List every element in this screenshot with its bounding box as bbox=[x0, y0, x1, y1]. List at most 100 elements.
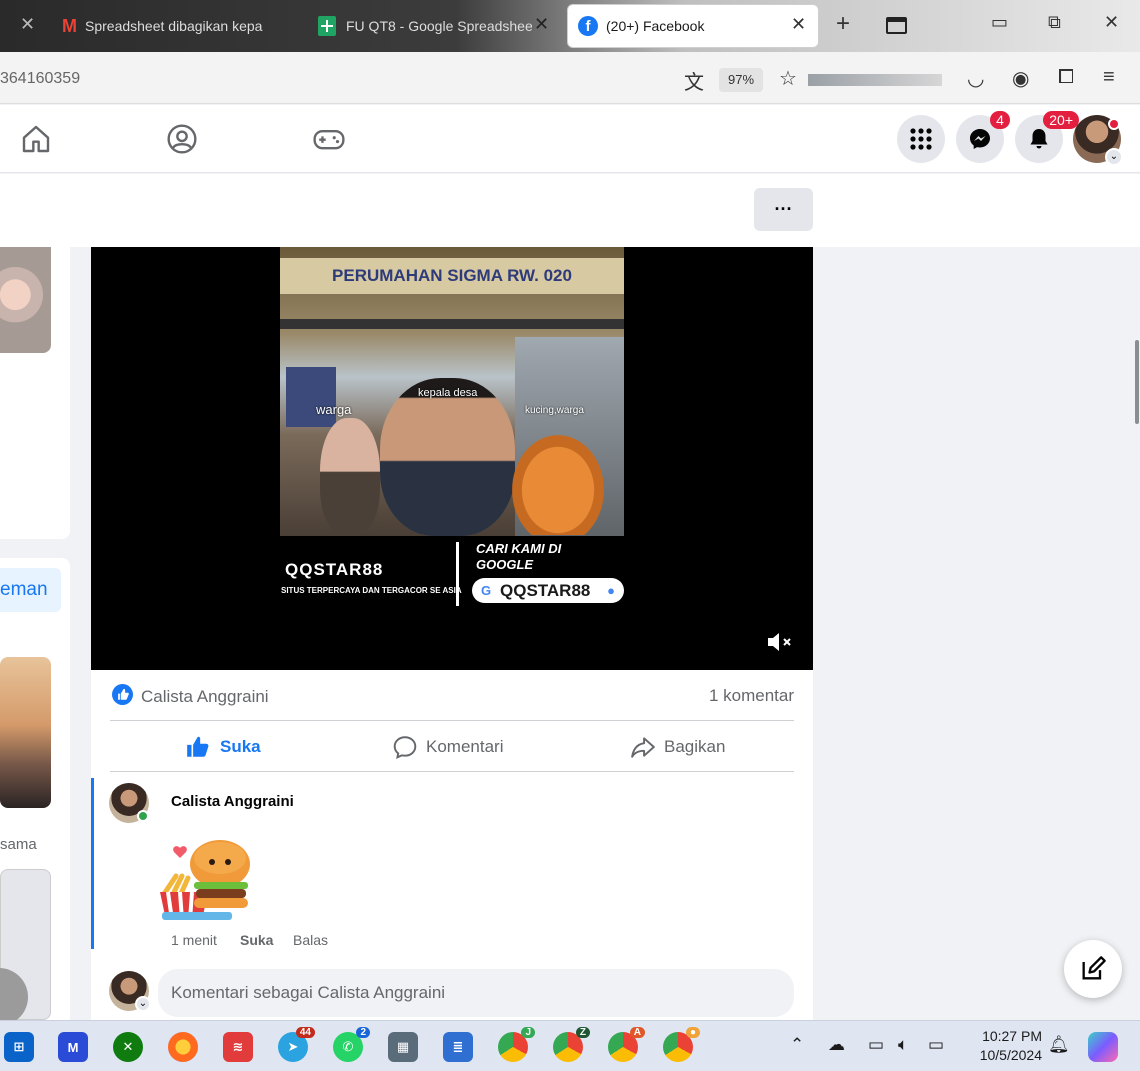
messenger-button[interactable]: 4 bbox=[956, 111, 1010, 163]
new-message-button[interactable] bbox=[1064, 940, 1122, 998]
bookmark-star-icon[interactable]: ☆ bbox=[779, 66, 797, 91]
tab-overview-icon[interactable] bbox=[886, 17, 907, 34]
new-tab-icon[interactable]: + bbox=[836, 10, 850, 38]
telegram-badge: 44 bbox=[295, 1027, 315, 1038]
comment-highlight-bar bbox=[91, 778, 94, 949]
chrome-icon[interactable]: ● bbox=[663, 1027, 700, 1062]
chevron-up-icon[interactable]: ⌃ bbox=[790, 1035, 804, 1055]
chrome-icon[interactable]: J bbox=[498, 1027, 535, 1062]
cat bbox=[512, 435, 604, 535]
calculator-icon[interactable]: ▦ bbox=[388, 1032, 418, 1062]
chrome-profile-badge: Z bbox=[575, 1027, 590, 1038]
zoom-level[interactable]: 97% bbox=[719, 68, 763, 92]
extensions-icon[interactable]: ⧠ bbox=[1058, 66, 1074, 89]
copilot-icon[interactable] bbox=[1088, 1032, 1118, 1062]
gaming-icon[interactable] bbox=[312, 123, 346, 155]
gate-beam bbox=[280, 319, 624, 329]
chrome-icon[interactable]: A bbox=[608, 1027, 645, 1062]
address-bar: 364160359 文 97% ☆ ◡ ◉ ⧠ ≡ bbox=[0, 52, 1140, 104]
comment-label: Komentari bbox=[426, 737, 504, 756]
mutual-friends-text: sama bbox=[0, 836, 37, 853]
tab-spreadsheet[interactable]: FU QT8 - Google Spreadshee bbox=[308, 4, 558, 48]
url-text[interactable]: 364160359 bbox=[0, 70, 80, 88]
more-options-button[interactable]: ··· bbox=[754, 188, 813, 231]
whatsapp-badge: 2 bbox=[356, 1027, 370, 1038]
comment-count[interactable]: 1 komentar bbox=[709, 686, 794, 706]
notifications-badge: 20+ bbox=[1043, 111, 1079, 129]
tab-gmail[interactable]: M Spreadsheet dibagikan kepa bbox=[52, 4, 282, 48]
facebook-icon: f bbox=[578, 16, 598, 36]
translate-icon[interactable]: 文 bbox=[684, 66, 704, 95]
share-button[interactable]: Bagikan bbox=[630, 730, 725, 764]
volume-icon[interactable]: 🔈︎ bbox=[898, 1035, 908, 1055]
whatsapp-icon[interactable]: ✆ 2 bbox=[333, 1027, 370, 1062]
comment-button[interactable]: Komentari bbox=[392, 730, 503, 764]
chrome-icon[interactable]: Z bbox=[553, 1027, 590, 1062]
cta-text: CARI KAMI DI GOOGLE bbox=[476, 541, 562, 572]
like-label: Suka bbox=[220, 737, 261, 756]
battery-icon[interactable]: ▭ bbox=[928, 1035, 944, 1055]
video-divider bbox=[456, 542, 459, 606]
tab-title: Spreadsheet dibagikan kepa bbox=[85, 18, 263, 34]
app-icon[interactable]: ≋ bbox=[223, 1032, 253, 1062]
comment-time[interactable]: 1 menit bbox=[171, 932, 217, 948]
close-tab-icon[interactable]: ✕ bbox=[791, 14, 806, 35]
menu-icon[interactable]: ≡ bbox=[1103, 66, 1115, 89]
account-chevron-down-icon[interactable]: ⌄ bbox=[1105, 148, 1123, 166]
comment-like-link[interactable]: Suka bbox=[240, 932, 273, 948]
post-header-bar bbox=[0, 174, 1140, 247]
home-icon[interactable] bbox=[20, 123, 52, 155]
telegram-icon[interactable]: ➤ 44 bbox=[278, 1027, 315, 1062]
notification-bell-icon[interactable]: 🔔︎ bbox=[1048, 1035, 1070, 1055]
cat-thumbnail[interactable] bbox=[0, 247, 51, 353]
person-left bbox=[320, 418, 380, 536]
account-icon[interactable]: ◉ bbox=[1012, 66, 1029, 91]
facebook-top-nav: 4 20+ bbox=[0, 105, 1140, 173]
chrome-profile-badge: J bbox=[521, 1027, 535, 1038]
system-clock[interactable]: 10:27 PM 10/5/2024 bbox=[964, 1027, 1042, 1065]
browser-tab-bar: ✕ M Spreadsheet dibagikan kepa FU QT8 - … bbox=[0, 0, 1140, 52]
comment-input[interactable] bbox=[158, 969, 794, 1017]
muted-speaker-icon bbox=[768, 633, 791, 651]
pocket-icon[interactable]: ◡ bbox=[967, 66, 984, 91]
comment-reply-link[interactable]: Balas bbox=[293, 932, 328, 948]
messenger-icon bbox=[970, 129, 990, 149]
mute-button[interactable] bbox=[766, 630, 794, 660]
close-tab-icon[interactable]: ✕ bbox=[20, 14, 35, 35]
video-label-warga: warga bbox=[316, 402, 352, 417]
like-button[interactable]: Suka bbox=[184, 730, 261, 764]
grid-icon bbox=[910, 128, 932, 150]
minimize-icon[interactable]: ▭ bbox=[991, 12, 1008, 33]
brand-logo: QQSTAR88 bbox=[285, 560, 384, 579]
divider bbox=[110, 720, 794, 721]
tab-title: FU QT8 - Google Spreadshee bbox=[346, 18, 532, 34]
add-friend-button[interactable]: eman bbox=[0, 568, 61, 612]
xbox-icon[interactable]: ✕ bbox=[113, 1032, 143, 1062]
close-tab-icon[interactable]: ✕ bbox=[534, 14, 549, 35]
tab-facebook[interactable]: f (20+) Facebook bbox=[567, 4, 819, 48]
notifications-button[interactable]: 20+ bbox=[1015, 111, 1079, 163]
sunset-thumbnail[interactable] bbox=[0, 657, 51, 808]
cloud-icon[interactable]: ☁ bbox=[828, 1035, 845, 1055]
comment-author[interactable]: Calista Anggraini bbox=[171, 793, 294, 810]
friends-icon[interactable] bbox=[166, 123, 198, 155]
street-sign bbox=[286, 367, 336, 427]
chevron-down-icon[interactable]: ⌄ bbox=[135, 996, 151, 1012]
mic-icon: ● bbox=[607, 583, 615, 598]
sheets-icon bbox=[318, 16, 336, 36]
comment-icon bbox=[393, 736, 417, 759]
notepad-icon[interactable]: ≣ bbox=[443, 1032, 473, 1062]
reactor-name[interactable]: Calista Anggraini bbox=[141, 687, 269, 707]
video-sign-text: PERUMAHAN SIGMA RW. 020 bbox=[280, 258, 624, 294]
start-icon[interactable]: ⊞ bbox=[4, 1032, 34, 1062]
toolbar-separator bbox=[808, 74, 942, 86]
app-icon[interactable]: M bbox=[58, 1032, 88, 1062]
tab-title: (20+) Facebook bbox=[606, 18, 705, 34]
close-window-icon[interactable]: ✕ bbox=[1104, 12, 1119, 33]
scrollbar[interactable] bbox=[1135, 340, 1139, 424]
network-icon[interactable]: ▭ bbox=[868, 1035, 884, 1055]
menu-grid-button[interactable] bbox=[897, 115, 945, 163]
restore-icon[interactable]: ⧉ bbox=[1048, 12, 1061, 33]
clock-date: 10/5/2024 bbox=[979, 1047, 1042, 1063]
firefox-icon[interactable] bbox=[168, 1032, 198, 1062]
